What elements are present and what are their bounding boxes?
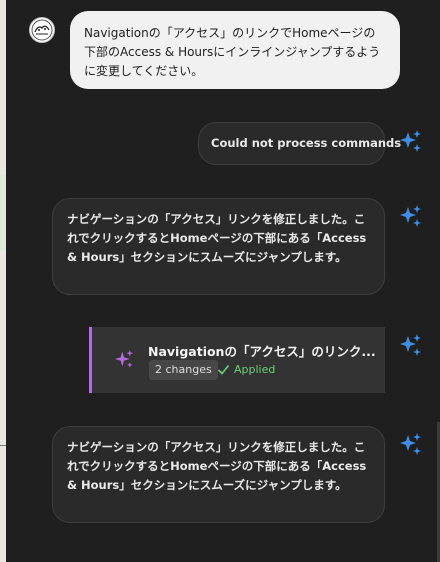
assistant-message-text: ナビゲーションの「アクセス」リンクを修正しました。これでクリックするとHomeペ…: [67, 440, 367, 492]
assistant-sparkle-icon: [400, 334, 421, 356]
background-panel-strip: [0, 0, 6, 562]
sparkle-icon: [114, 349, 134, 368]
user-avatar-icon: [31, 19, 53, 41]
assistant-sparkle-icon: [400, 433, 421, 455]
assistant-sparkle-icon: [400, 205, 421, 227]
check-icon: [217, 364, 230, 375]
applied-status: Applied: [217, 361, 275, 379]
user-message-text: Navigationの「アクセス」のリンクでHomeページの下部のAccess …: [84, 26, 381, 78]
assistant-message: ナビゲーションの「アクセス」リンクを修正しました。これでクリックするとHomeペ…: [52, 426, 385, 523]
error-message-text: Could not process commands: [211, 136, 402, 150]
background-panel-highlight: [0, 175, 6, 250]
assistant-sparkle-icon: [400, 130, 421, 152]
changes-count-badge[interactable]: 2 changes: [149, 360, 218, 380]
assistant-message-text: ナビゲーションの「アクセス」リンクを修正しました。これでクリックするとHomeペ…: [67, 212, 367, 264]
error-message: Could not process commands: [198, 122, 401, 165]
applied-status-label: Applied: [234, 363, 276, 376]
user-message: Navigationの「アクセス」のリンクでHomeページの下部のAccess …: [70, 11, 400, 89]
user-avatar: [29, 17, 55, 43]
assistant-message: ナビゲーションの「アクセス」リンクを修正しました。これでクリックするとHomeペ…: [52, 198, 385, 295]
background-panel-divider: [0, 445, 6, 446]
change-card-title: Navigationの「アクセス」のリンク...: [148, 344, 376, 359]
change-card[interactable]: Navigationの「アクセス」のリンク... 2 changes Appli…: [89, 327, 385, 393]
